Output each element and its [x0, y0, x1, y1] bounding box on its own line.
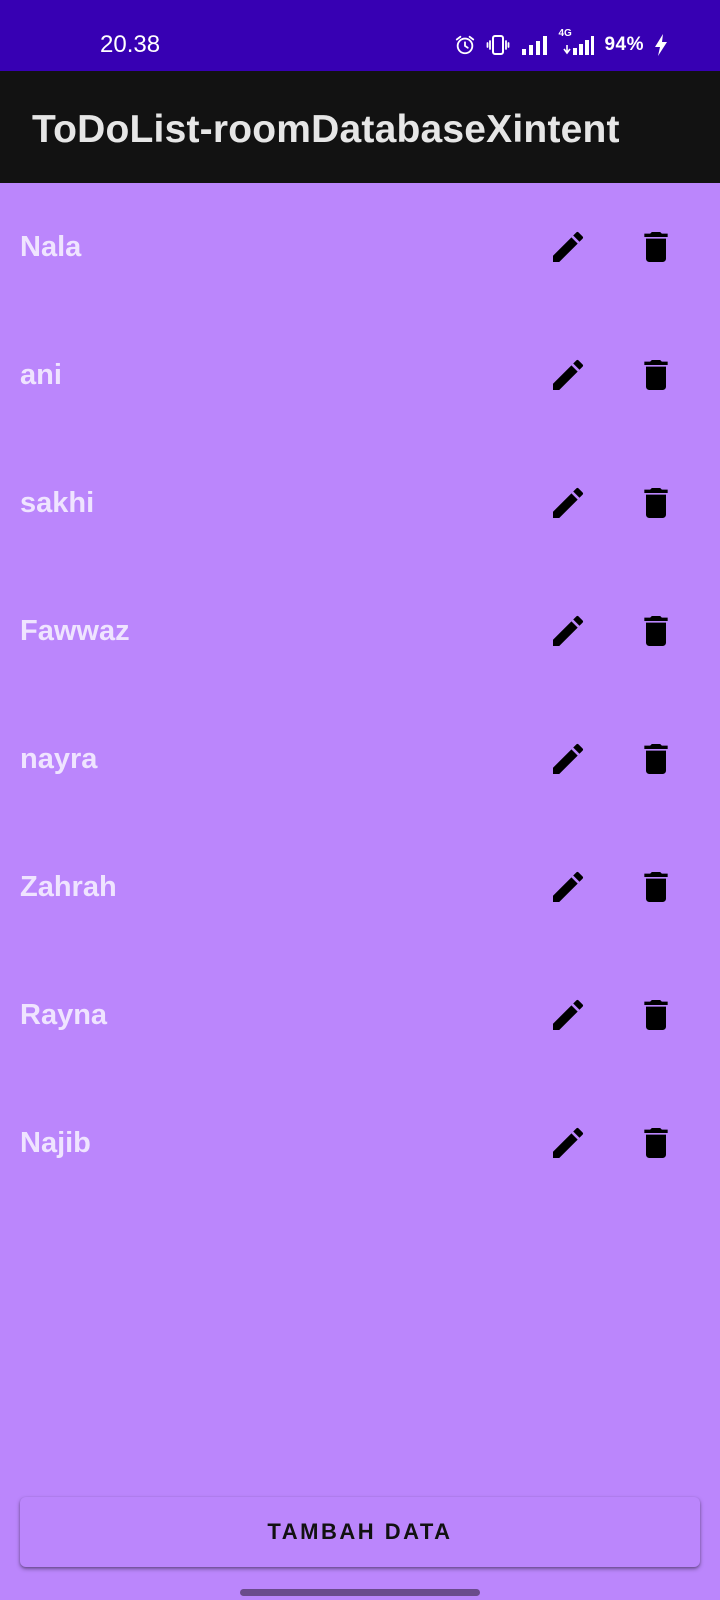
list-item: Fawwaz	[0, 567, 720, 695]
trash-icon	[644, 488, 668, 518]
pencil-icon	[553, 1127, 584, 1158]
list-item: nayra	[0, 695, 720, 823]
todo-item-name: ani	[20, 359, 62, 391]
todo-item-name: Najib	[20, 1127, 91, 1159]
trash-icon	[644, 232, 668, 262]
delete-button[interactable]	[632, 863, 680, 911]
delete-button[interactable]	[632, 351, 680, 399]
trash-icon	[644, 1128, 668, 1158]
trash-icon	[644, 616, 668, 646]
pencil-icon	[553, 743, 584, 774]
list-item: Rayna	[0, 951, 720, 1079]
edit-button[interactable]	[544, 223, 592, 271]
trash-icon	[644, 360, 668, 390]
delete-button[interactable]	[632, 479, 680, 527]
home-indicator[interactable]	[240, 1589, 480, 1596]
pencil-icon	[553, 615, 584, 646]
edit-button[interactable]	[544, 991, 592, 1039]
signal-icon	[520, 34, 548, 56]
todo-item-name: Zahrah	[20, 871, 117, 903]
delete-button[interactable]	[632, 223, 680, 271]
todo-item-name: Fawwaz	[20, 615, 130, 647]
pencil-icon	[553, 871, 584, 902]
todo-item-name: nayra	[20, 743, 98, 775]
pencil-icon	[553, 999, 584, 1030]
pencil-icon	[553, 359, 584, 390]
todo-list: Nala ani sakhi Fawwaz nayra Zahrah Rayna…	[0, 183, 720, 1207]
edit-button[interactable]	[544, 607, 592, 655]
vibrate-icon	[486, 33, 510, 57]
status-bar: 20.38 4G 94%	[0, 0, 720, 71]
status-icons: 4G 94%	[454, 29, 668, 60]
list-item: sakhi	[0, 439, 720, 567]
edit-button[interactable]	[544, 351, 592, 399]
status-time: 20.38	[100, 31, 161, 58]
signal-4g-icon: 4G	[558, 29, 595, 57]
pencil-icon	[553, 231, 584, 262]
network-type: 4G	[558, 28, 572, 39]
alarm-icon	[454, 34, 476, 56]
trash-icon	[644, 744, 668, 774]
list-item: Najib	[0, 1079, 720, 1207]
list-item: ani	[0, 311, 720, 439]
delete-button[interactable]	[632, 991, 680, 1039]
trash-icon	[644, 1000, 668, 1030]
charging-icon	[654, 33, 668, 57]
todo-item-name: sakhi	[20, 487, 95, 519]
edit-button[interactable]	[544, 1119, 592, 1167]
todo-item-name: Rayna	[20, 999, 108, 1031]
app-bar: ToDoList-roomDatabaseXintent	[0, 71, 720, 183]
delete-button[interactable]	[632, 735, 680, 783]
pencil-icon	[553, 487, 584, 518]
edit-button[interactable]	[544, 735, 592, 783]
trash-icon	[644, 872, 668, 902]
list-item: Nala	[0, 183, 720, 311]
battery-percentage: 94%	[604, 34, 644, 55]
list-item: Zahrah	[0, 823, 720, 951]
add-data-button[interactable]: TAMBAH DATA	[20, 1497, 700, 1567]
edit-button[interactable]	[544, 863, 592, 911]
delete-button[interactable]	[632, 607, 680, 655]
edit-button[interactable]	[544, 479, 592, 527]
app-title: ToDoList-roomDatabaseXintent	[32, 108, 620, 151]
todo-item-name: Nala	[20, 231, 82, 263]
delete-button[interactable]	[632, 1119, 680, 1167]
